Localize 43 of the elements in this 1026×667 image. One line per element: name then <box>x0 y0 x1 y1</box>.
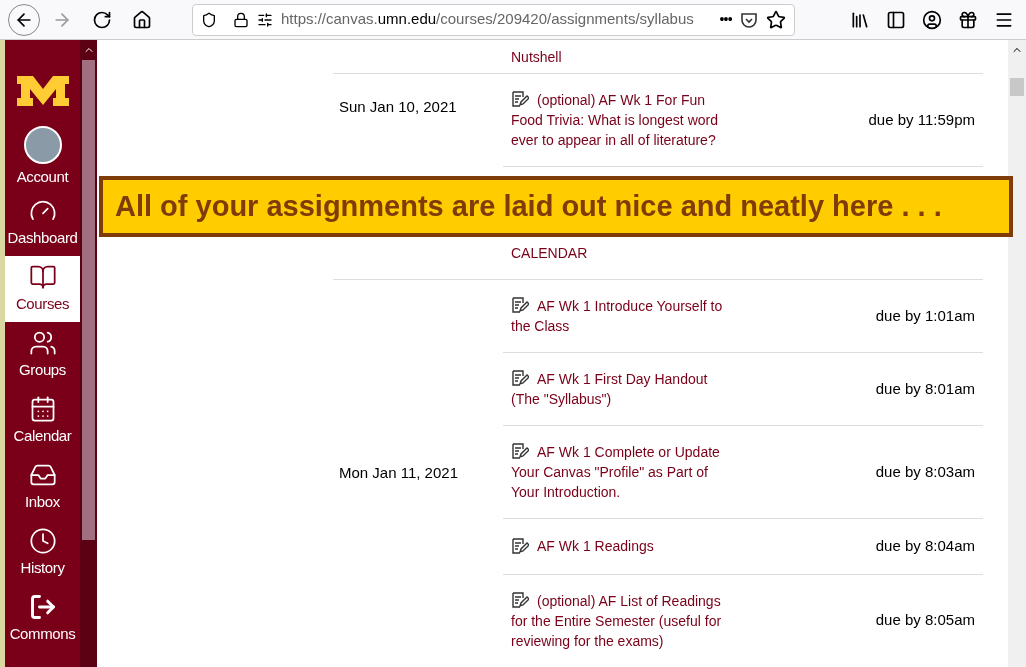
assignment-link[interactable]: CALENDAR <box>503 243 735 263</box>
due-text: due by 8:04am <box>875 536 976 556</box>
scroll-thumb[interactable] <box>82 60 95 540</box>
due-text: due by 8:01am <box>875 378 976 399</box>
assignment-link[interactable]: AF Wk 1 Readings <box>503 536 735 557</box>
nav-item[interactable]: History <box>5 520 80 586</box>
due-text: due by 11:59pm <box>868 109 976 130</box>
date-text: Sun Jan 10, 2021 <box>338 97 457 117</box>
more-text[interactable]: ••• <box>719 9 732 30</box>
nav-item[interactable]: Account <box>5 124 80 190</box>
assignment-link[interactable]: AF Wk 1 First Day Handout (The "Syllabus") <box>503 369 735 409</box>
nav-item[interactable]: Groups <box>5 322 80 388</box>
assignment-link[interactable]: AF Wk 1 Introduce Yourself to the Class <box>503 296 735 336</box>
clock-icon <box>28 526 57 555</box>
pocket-icon[interactable] <box>740 10 758 29</box>
star-icon[interactable] <box>766 9 786 30</box>
nav-item[interactable]: Commons <box>5 586 80 652</box>
due-text: due by 8:03am <box>875 461 976 482</box>
permissions-icon <box>257 11 273 28</box>
url-text: https://canvas.umn.edu/courses/209420/assignments/syllabus <box>281 9 694 30</box>
assignment-link[interactable]: (optional) AF List of Readings for the Entire Semester (useful for reviewing for the exams) <box>503 590 735 651</box>
date-text: Mon Jan 11, 2021 <box>338 463 458 483</box>
avatar-icon <box>23 125 62 164</box>
shield-icon <box>201 11 217 28</box>
nav-item[interactable]: Calendar <box>5 388 80 454</box>
due-text: due by 1:01am <box>875 305 976 326</box>
scroll-thumb[interactable] <box>1010 78 1024 96</box>
reload-icon[interactable] <box>92 9 112 30</box>
assignment-link[interactable]: AF Wk 1 Complete or Update Your Canvas "Profile" as Part of Your Introduction. <box>503 442 735 502</box>
assignment-link[interactable]: Nutshell <box>503 47 735 67</box>
due-text: due by 8:05am <box>875 610 976 631</box>
address-bar[interactable]: https://canvas.umn.edu/courses/209420/assignments/syllabus ••• <box>192 3 795 36</box>
nav-item[interactable]: Courses <box>5 256 80 322</box>
callout-banner: All of your assignments are laid out nice and neatly here . . . <box>99 176 1013 237</box>
lock-icon <box>233 11 249 28</box>
nav-item[interactable]: Inbox <box>5 454 80 520</box>
account-icon[interactable] <box>922 9 942 30</box>
university-logo <box>14 76 71 106</box>
nav-item[interactable]: Dashboard <box>5 190 80 256</box>
sidebar-icon[interactable] <box>886 9 906 30</box>
home-icon[interactable] <box>132 9 152 30</box>
assignment-link[interactable]: (optional) AF Wk 1 For Fun Food Trivia: What is longest word ever to appear in all of literature? <box>503 90 735 150</box>
gift-icon[interactable] <box>958 9 978 30</box>
